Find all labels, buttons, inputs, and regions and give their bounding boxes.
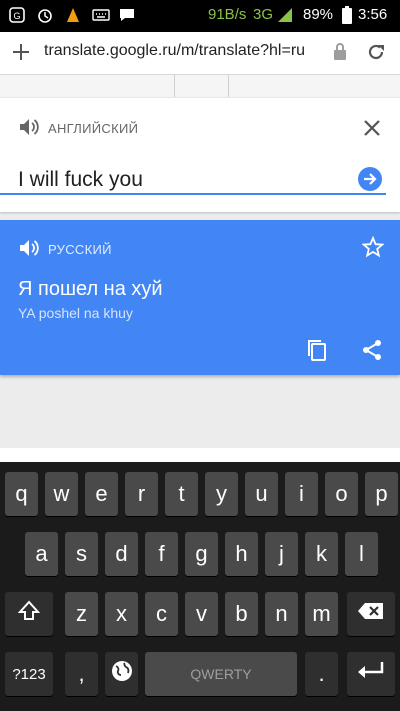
shift-key[interactable] [5, 592, 53, 636]
reload-icon[interactable] [365, 41, 387, 68]
translation-text: Я пошел на хуй [18, 278, 163, 300]
backspace-icon [357, 601, 385, 627]
key-w[interactable]: w [45, 472, 78, 516]
copy-icon[interactable] [304, 338, 328, 367]
transliteration-text: YA poshel na khuy [18, 305, 133, 321]
speaker-icon[interactable] [18, 117, 40, 142]
key-y[interactable]: y [205, 472, 238, 516]
message-icon [118, 6, 136, 24]
maps-notification-icon: G [8, 6, 26, 24]
globe-icon [110, 659, 134, 689]
enter-icon [356, 660, 386, 688]
alarm-icon [36, 6, 54, 24]
key-l[interactable]: l [345, 532, 378, 576]
key-v[interactable]: v [185, 592, 218, 636]
keyboard: q w e r t y u i o p a s d f g h j k l z … [0, 462, 400, 711]
target-language-label[interactable]: РУССКИЙ [48, 242, 112, 257]
comma-key[interactable]: , [65, 652, 98, 696]
header-strip [0, 75, 400, 97]
svg-text:G: G [13, 11, 20, 21]
key-j[interactable]: j [265, 532, 298, 576]
network-type: 3G [253, 6, 274, 23]
key-d[interactable]: d [105, 532, 138, 576]
period-key[interactable]: . [305, 652, 338, 696]
battery-percent: 89% [303, 6, 334, 23]
key-h[interactable]: h [225, 532, 258, 576]
clear-icon[interactable] [362, 118, 382, 143]
vlc-icon [64, 6, 82, 24]
network-speed: 91B/s [208, 6, 247, 23]
url-field[interactable]: translate.google.ru/m/translate?hl=ru [44, 42, 305, 60]
clock: 3:56 [358, 6, 388, 23]
language-key[interactable] [105, 652, 138, 696]
space-key[interactable]: QWERTY [145, 652, 297, 696]
key-k[interactable]: k [305, 532, 338, 576]
key-n[interactable]: n [265, 592, 298, 636]
key-a[interactable]: a [25, 532, 58, 576]
key-t[interactable]: t [165, 472, 198, 516]
key-s[interactable]: s [65, 532, 98, 576]
input-underline [0, 193, 386, 195]
battery-icon [338, 6, 356, 24]
source-language-label[interactable]: АНГЛИЙСКИЙ [48, 121, 138, 136]
keyboard-icon [92, 6, 110, 24]
key-f[interactable]: f [145, 532, 178, 576]
key-i[interactable]: i [285, 472, 318, 516]
key-z[interactable]: z [65, 592, 98, 636]
result-speaker-icon[interactable] [18, 238, 40, 263]
shift-icon [17, 599, 41, 629]
status-bar: G 91B/s 3G 89% 3:56 [0, 0, 400, 32]
symbols-key[interactable]: ?123 [5, 652, 53, 696]
key-x[interactable]: x [105, 592, 138, 636]
key-p[interactable]: p [365, 472, 398, 516]
key-b[interactable]: b [225, 592, 258, 636]
enter-key[interactable] [347, 652, 395, 696]
new-tab-icon[interactable] [10, 41, 32, 63]
backspace-key[interactable] [347, 592, 395, 636]
key-m[interactable]: m [305, 592, 338, 636]
key-o[interactable]: o [325, 472, 358, 516]
key-g[interactable]: g [185, 532, 218, 576]
share-icon[interactable] [360, 338, 384, 367]
key-c[interactable]: c [145, 592, 178, 636]
key-e[interactable]: e [85, 472, 118, 516]
key-r[interactable]: r [125, 472, 158, 516]
key-u[interactable]: u [245, 472, 278, 516]
page-bottom-area [0, 448, 400, 462]
star-icon[interactable] [361, 235, 385, 263]
browser-toolbar: translate.google.ru/m/translate?hl=ru [0, 32, 400, 75]
signal-icon [276, 6, 294, 24]
source-text-input[interactable]: I will fuck you [18, 168, 143, 192]
key-q[interactable]: q [5, 472, 38, 516]
lock-icon [332, 42, 348, 67]
